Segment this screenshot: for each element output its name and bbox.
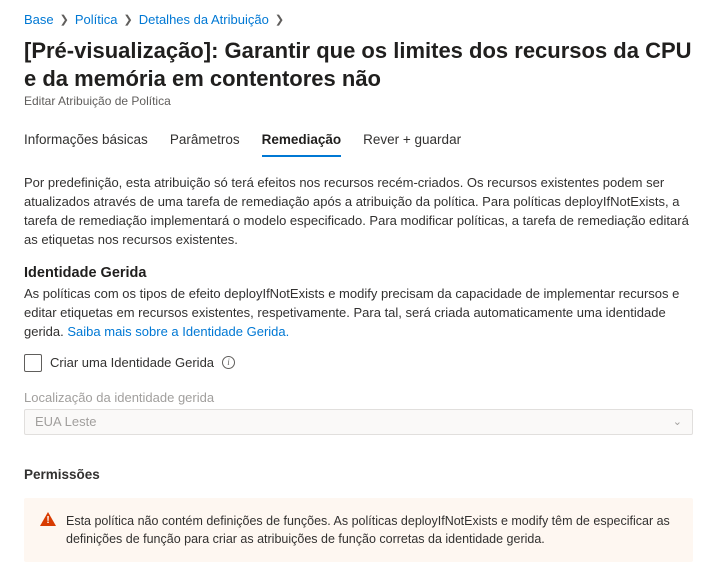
tab-informacoes-basicas[interactable]: Informações básicas [24,126,148,157]
chevron-right-icon: ❯ [124,13,133,26]
identity-section-title: Identidade Gerida [24,265,693,281]
tab-rever-guardar[interactable]: Rever + guardar [363,126,461,157]
permissions-warning-text: Esta política não contém definições de f… [66,512,677,548]
info-icon[interactable]: i [222,356,235,369]
chevron-right-icon: ❯ [60,13,69,26]
identity-location-label: Localização da identidade gerida [24,390,693,405]
tab-remediacao[interactable]: Remediação [262,126,342,157]
breadcrumb-item-detalhes[interactable]: Detalhes da Atribuição [139,12,269,27]
chevron-down-icon: ⌄ [673,415,682,428]
warning-icon [40,512,56,548]
identity-section-text: As políticas com os tipos de efeito depl… [24,285,693,342]
page-title: [Pré-visualização]: Garantir que os limi… [24,37,693,92]
chevron-right-icon: ❯ [275,13,284,26]
identity-learn-more-link[interactable]: Saiba mais sobre a Identidade Gerida. [67,324,289,339]
breadcrumb-item-base[interactable]: Base [24,12,54,27]
page-subtitle: Editar Atribuição de Política [24,94,693,108]
permissions-warning: Esta política não contém definições de f… [24,498,693,562]
create-identity-label: Criar uma Identidade Gerida [50,355,214,370]
tab-parametros[interactable]: Parâmetros [170,126,240,157]
permissions-title: Permissões [24,467,693,482]
create-identity-checkbox[interactable] [24,354,42,372]
tabs: Informações básicas Parâmetros Remediaçã… [24,126,693,158]
breadcrumb: Base ❯ Política ❯ Detalhes da Atribuição… [24,12,693,27]
identity-location-select[interactable]: EUA Leste ⌄ [24,409,693,435]
remediation-description: Por predefinição, esta atribuição só ter… [24,174,693,249]
breadcrumb-item-politica[interactable]: Política [75,12,118,27]
create-identity-checkbox-row: Criar uma Identidade Gerida i [24,354,693,372]
identity-location-value: EUA Leste [35,414,96,429]
